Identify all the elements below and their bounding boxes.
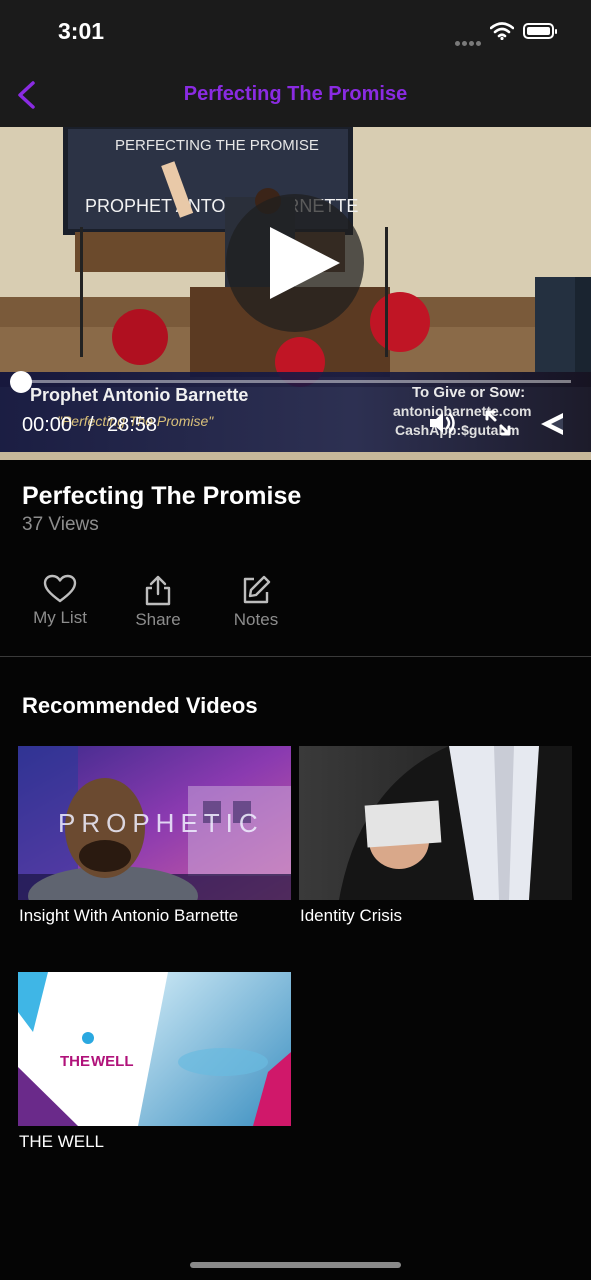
battery-icon xyxy=(523,23,557,39)
play-icon xyxy=(270,227,340,299)
current-time: 00:00 xyxy=(22,414,73,436)
recommended-heading: Recommended Videos xyxy=(22,693,258,718)
status-bar: 3:01 xyxy=(0,0,591,64)
thumbnail-the-well: THE WELL xyxy=(18,972,291,1126)
card-title: Identity Crisis xyxy=(300,906,403,925)
card-title: Insight With Antonio Barnette xyxy=(19,906,239,925)
lower-third-name: Prophet Antonio Barnette xyxy=(30,385,249,405)
duration: 28:58 xyxy=(107,414,158,436)
screen-text-line1: PERFECTING THE PROMISE xyxy=(115,137,319,154)
thumbnail-well-well: WELL xyxy=(91,1053,134,1070)
my-list-label: My List xyxy=(33,608,87,627)
divider xyxy=(0,656,591,657)
progress-knob[interactable] xyxy=(10,371,32,393)
thumbnail-prophetic: PROPHETIC xyxy=(18,746,291,900)
fullscreen-icon[interactable] xyxy=(484,409,512,437)
my-list-button[interactable]: My List xyxy=(20,574,100,628)
airplay-icon[interactable] xyxy=(537,409,565,439)
notes-button[interactable]: Notes xyxy=(216,574,296,630)
card-title: THE WELL xyxy=(19,1132,105,1151)
signal-icon xyxy=(455,33,483,51)
wifi-icon xyxy=(490,22,514,40)
play-button[interactable] xyxy=(226,194,364,332)
thumbnail-prophetic-text: PROPHETIC xyxy=(58,808,264,838)
video-title: Perfecting The Promise xyxy=(22,482,302,510)
nav-bar: Perfecting The Promise xyxy=(0,64,591,127)
video-player[interactable]: PERFECTING THE PROMISE PROPHET ANTONIO B… xyxy=(0,127,591,460)
status-time: 3:01 xyxy=(58,18,105,44)
view-count: 37 Views xyxy=(22,514,99,535)
volume-icon[interactable] xyxy=(428,409,458,437)
share-icon xyxy=(145,575,171,606)
thumbnail-well-the: THE xyxy=(60,1053,90,1070)
share-button[interactable]: Share xyxy=(118,574,198,630)
notes-label: Notes xyxy=(233,610,279,629)
time-separator: / xyxy=(88,414,94,436)
edit-icon xyxy=(243,575,271,604)
thumbnail-identity-crisis xyxy=(299,746,572,900)
heart-icon xyxy=(43,574,77,603)
lower-third-give: To Give or Sow: xyxy=(412,384,526,401)
share-label: Share xyxy=(135,610,181,629)
progress-bar[interactable] xyxy=(22,380,571,383)
home-indicator[interactable] xyxy=(190,1262,401,1268)
nav-title: Perfecting The Promise xyxy=(183,83,408,105)
